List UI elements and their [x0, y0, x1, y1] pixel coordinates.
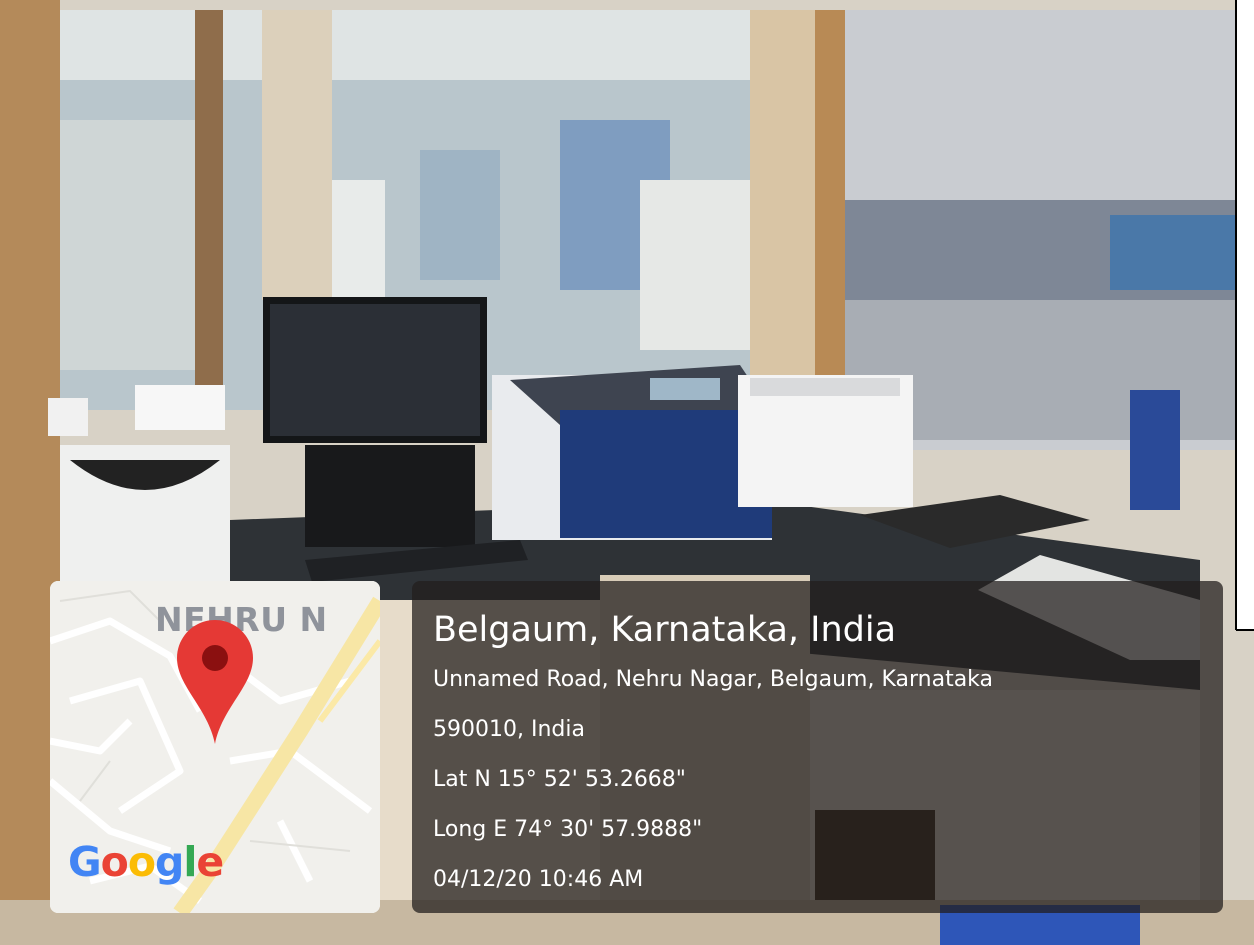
address-line-2: 590010, India — [433, 717, 585, 742]
address-line-1: Unnamed Road, Nehru Nagar, Belgaum, Karn… — [433, 667, 994, 692]
map-pin-icon — [177, 620, 253, 744]
google-logo-letter: G — [68, 838, 102, 886]
google-logo-letter: o — [127, 838, 156, 886]
google-logo-letter: o — [100, 838, 129, 886]
location-title: Belgaum, Karnataka, India — [433, 610, 897, 650]
google-logo-letter: l — [183, 838, 197, 886]
timestamp-text: 04/12/20 10:46 AM — [433, 867, 644, 892]
google-logo: Google — [68, 838, 224, 886]
google-logo-letter: e — [196, 838, 224, 886]
latitude-text: Lat N 15° 52' 53.2668" — [433, 767, 686, 792]
google-logo-text: Google — [68, 838, 224, 886]
google-logo-letter: g — [155, 838, 184, 886]
longitude-text: Long E 74° 30' 57.9888" — [433, 817, 703, 842]
